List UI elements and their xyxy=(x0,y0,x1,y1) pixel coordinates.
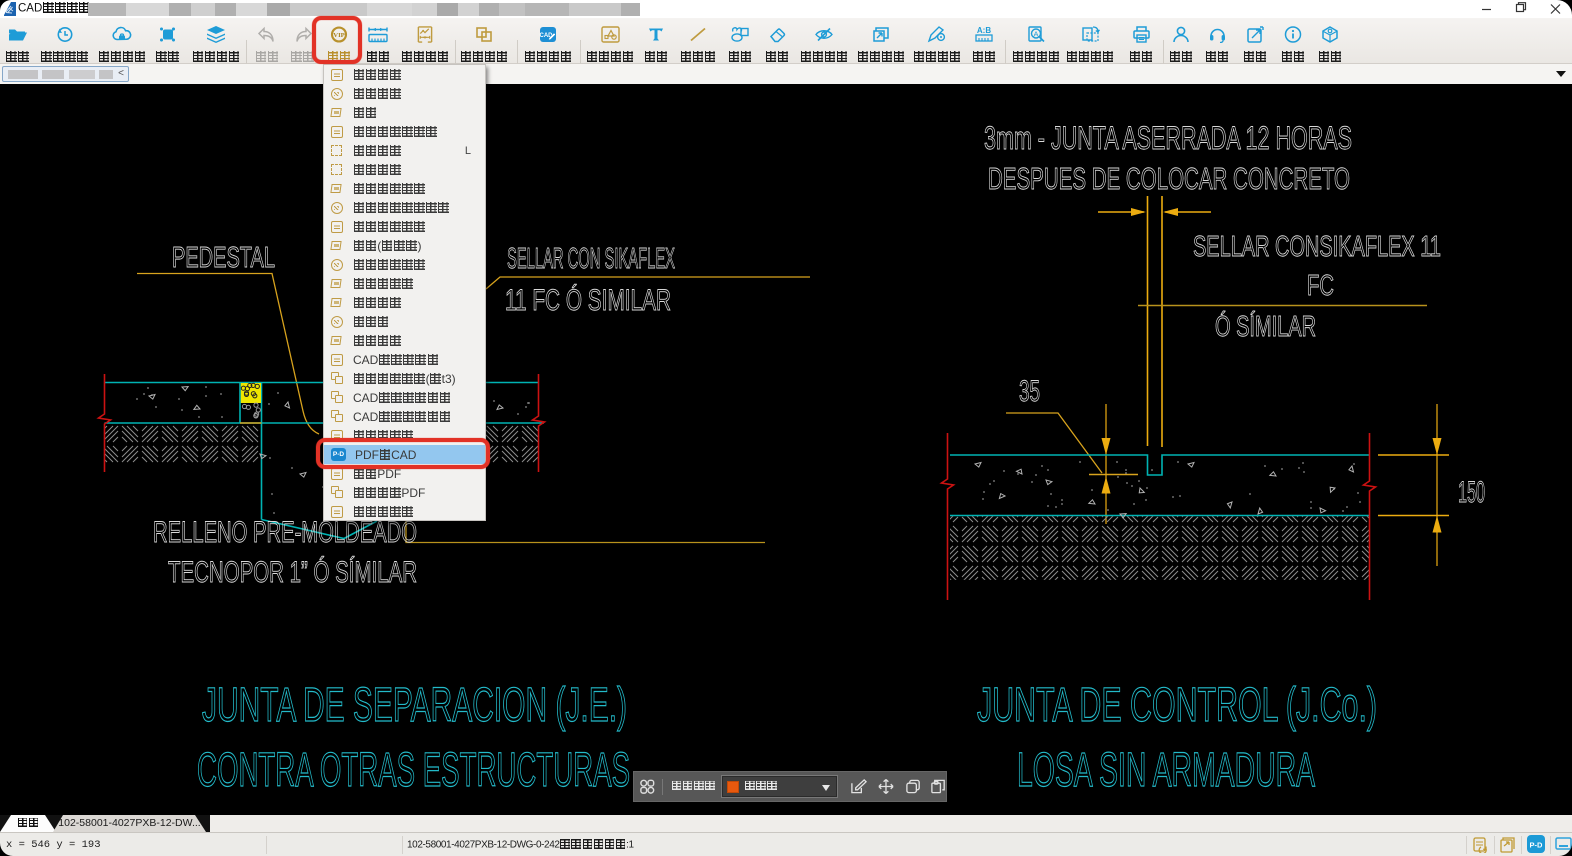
svg-text:11 FC Ó SIMILAR: 11 FC Ó SIMILAR xyxy=(505,284,671,317)
svg-text:A: A xyxy=(1033,29,1038,38)
svg-text:PEDESTAL: PEDESTAL xyxy=(172,242,275,274)
svg-text:JUNTA DE CONTROL (J.Co.): JUNTA DE CONTROL (J.Co.) xyxy=(977,679,1377,732)
svg-text:SELLAR CONSIKAFLEX 11: SELLAR CONSIKAFLEX 11 xyxy=(1193,231,1441,263)
svg-text:Ó SÍMILAR: Ó SÍMILAR xyxy=(1215,310,1316,343)
svg-text:SELLAR CON SIKAFLEX: SELLAR CON SIKAFLEX xyxy=(507,243,675,275)
svg-text:TECNOPOR 1” Ó SÍMILAR: TECNOPOR 1” Ó SÍMILAR xyxy=(168,556,417,589)
svg-text:A:B: A:B xyxy=(977,26,991,35)
svg-text:FC: FC xyxy=(1307,270,1334,302)
svg-text:35: 35 xyxy=(1019,375,1040,408)
svg-text:3mm - JUNTA ASERRADA 12 HORA: 3mm - JUNTA ASERRADA 12 HORAS xyxy=(984,120,1352,156)
svg-text:P-D: P-D xyxy=(1530,841,1544,850)
svg-text:LOSA SIN ARMADURA: LOSA SIN ARMADURA xyxy=(1017,744,1315,797)
svg-text:JUNTA DE SEPARACION (J.E.): JUNTA DE SEPARACION (J.E.) xyxy=(202,679,627,732)
svg-text:150: 150 xyxy=(1458,476,1485,509)
svg-text:CONTRA OTRAS ESTRUCTURAS: CONTRA OTRAS ESTRUCTURAS xyxy=(197,744,630,797)
svg-text:DESPUES DE COLOCAR CONCRETO: DESPUES DE COLOCAR CONCRETO xyxy=(988,161,1350,196)
